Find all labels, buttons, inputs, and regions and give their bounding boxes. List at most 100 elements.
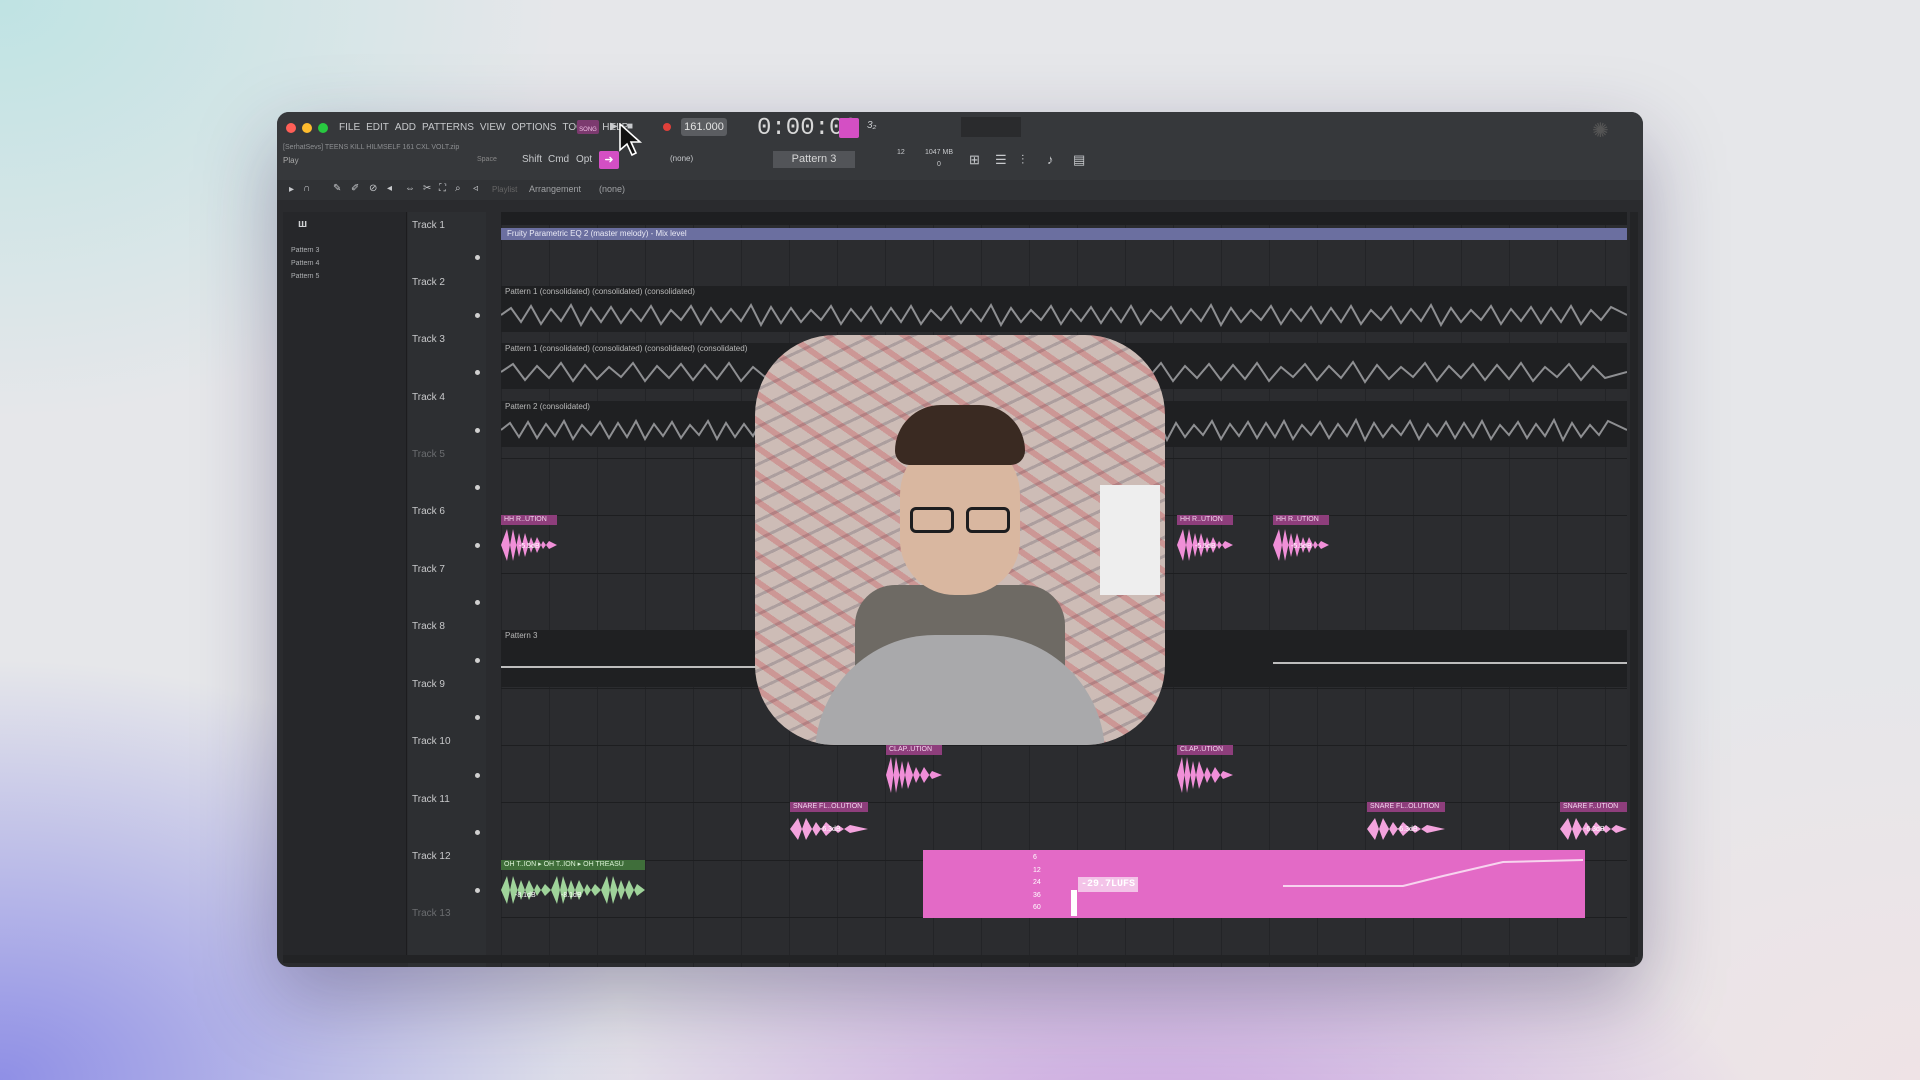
- loudness-meter: 6 12 24 36 60 -29.7LUFS: [923, 850, 1585, 918]
- minimize-window-button[interactable]: [302, 123, 312, 133]
- track-toggle[interactable]: [475, 370, 480, 375]
- opt-modifier[interactable]: Opt: [576, 154, 592, 165]
- clip-name: SNARE FL..OLUTION: [1367, 802, 1445, 812]
- close-window-button[interactable]: [286, 123, 296, 133]
- maximize-window-button[interactable]: [318, 123, 328, 133]
- track-toggle[interactable]: [475, 255, 480, 260]
- audio-clip[interactable]: Pattern 1 (consolidated) (consolidated) …: [501, 286, 1627, 332]
- track-label[interactable]: Track 3: [412, 334, 445, 345]
- snare-clip[interactable]: SNARE FL..OLUTION -6.3dB: [790, 802, 868, 850]
- tempo-display[interactable]: 161.000: [681, 118, 727, 136]
- clip-name: SNARE FL..OLUTION: [790, 802, 868, 812]
- track-toggle[interactable]: [475, 485, 480, 490]
- hint-key: Space: [477, 156, 497, 163]
- track-label[interactable]: Track 6: [412, 506, 445, 517]
- step-icon[interactable]: 3₂: [867, 120, 876, 131]
- track-label[interactable]: Track 1: [412, 220, 445, 231]
- draw-tool-icon[interactable]: ✎: [333, 183, 341, 194]
- clap-clip[interactable]: CLAP..UTION: [886, 745, 942, 797]
- timeline-ruler[interactable]: [501, 212, 1627, 225]
- breadcrumb-arrangement[interactable]: Arrangement: [529, 184, 581, 194]
- horizontal-scrollbar[interactable]: [283, 955, 1635, 963]
- slice-tool-icon[interactable]: ✂: [423, 183, 431, 194]
- picker-mode-icon[interactable]: ш: [298, 218, 307, 230]
- oh-clips[interactable]: OH T..ION ▸ OH T..ION ▸ OH TREASU -8.1dB…: [501, 860, 645, 912]
- menu-view[interactable]: VIEW: [480, 122, 506, 133]
- hh-clip[interactable]: HH R..UTION -5.5dB: [1177, 515, 1233, 567]
- track-toggle[interactable]: [475, 428, 480, 433]
- lane-divider: [501, 802, 1627, 803]
- snare-clip[interactable]: SNARE FL..OLUTION -6.3dB: [1367, 802, 1445, 850]
- menu-options[interactable]: OPTIONS: [511, 122, 556, 133]
- hh-clip[interactable]: HH R..UTION -5.5dB: [501, 515, 557, 567]
- lufs-bar: [1071, 890, 1077, 916]
- metronome-icon[interactable]: [839, 118, 859, 138]
- fl-logo-icon: ✺: [1592, 120, 1609, 142]
- slip-tool-icon[interactable]: ⇔: [405, 183, 415, 194]
- pattern-item[interactable]: Pattern 3: [291, 244, 319, 257]
- breadcrumb-root[interactable]: Playlist: [492, 185, 517, 194]
- cmd-modifier[interactable]: Cmd: [548, 154, 569, 165]
- snare-clip[interactable]: SNARE F..UTION -6.3dB: [1560, 802, 1627, 850]
- playlist-icon[interactable]: ⊞: [969, 152, 980, 168]
- zoom-tool-icon[interactable]: ⌕: [455, 183, 461, 194]
- track-toggle[interactable]: [475, 600, 480, 605]
- menu-patterns[interactable]: PATTERNS: [422, 122, 474, 133]
- snap-arrow-icon[interactable]: ➜: [599, 151, 619, 169]
- magnet-icon[interactable]: ∩: [303, 183, 310, 194]
- track-label[interactable]: Track 11: [412, 794, 450, 805]
- menu-add[interactable]: ADD: [395, 122, 416, 133]
- track-headers: Track 1 Track 2 Track 3 Track 4 Track 5 …: [408, 212, 486, 967]
- track-toggle[interactable]: [475, 773, 480, 778]
- delete-tool-icon[interactable]: ⊘: [369, 183, 377, 194]
- memory-value-2: 1047 MB: [925, 149, 954, 156]
- pattern-item[interactable]: Pattern 4: [291, 257, 319, 270]
- track-toggle[interactable]: [475, 658, 480, 663]
- shift-modifier[interactable]: Shift: [522, 154, 542, 165]
- pattern-picker: ш Pattern 3 Pattern 4 Pattern 5: [283, 212, 407, 957]
- pattern-none-select[interactable]: (none): [670, 154, 693, 163]
- track-label[interactable]: Track 5: [412, 449, 445, 460]
- pattern-selector[interactable]: Pattern 3: [773, 151, 855, 168]
- track-label[interactable]: Track 10: [412, 736, 451, 747]
- select-tool-icon[interactable]: ⛶: [439, 183, 446, 194]
- clip-name: Pattern 2 (consolidated): [505, 402, 590, 411]
- play-icon[interactable]: ▶: [610, 121, 618, 132]
- track-label[interactable]: Track 7: [412, 564, 445, 575]
- browser-icon[interactable]: ▤: [1073, 152, 1085, 168]
- vertical-scrollbar[interactable]: [1630, 212, 1638, 957]
- menu-file[interactable]: FILE: [339, 122, 360, 133]
- clap-clip[interactable]: CLAP..UTION: [1177, 745, 1233, 797]
- lufs-value: -29.7LUFS: [1078, 877, 1139, 892]
- note-line: [501, 666, 761, 668]
- paint-tool-icon[interactable]: ✐: [351, 183, 359, 194]
- track-toggle[interactable]: [475, 543, 480, 548]
- clip-name: Pattern 1 (consolidated) (consolidated) …: [505, 287, 695, 296]
- song-mode-toggle[interactable]: SONG: [577, 120, 599, 134]
- pattern-item[interactable]: Pattern 5: [291, 270, 319, 283]
- track-toggle[interactable]: [475, 888, 480, 893]
- clip-name-1: OH T..ION: [504, 861, 537, 868]
- record-icon[interactable]: [663, 123, 671, 131]
- breadcrumb-sub[interactable]: (none): [599, 184, 625, 194]
- arrow-icon[interactable]: ▸: [289, 184, 294, 195]
- track-toggle[interactable]: [475, 313, 480, 318]
- track-label[interactable]: Track 8: [412, 621, 445, 632]
- track-label[interactable]: Track 9: [412, 679, 445, 690]
- channel-rack-icon[interactable]: ☰: [995, 152, 1007, 168]
- mixer-icon[interactable]: ⫶: [1021, 152, 1024, 168]
- track-toggle[interactable]: [475, 715, 480, 720]
- piano-roll-icon[interactable]: ♪: [1047, 152, 1054, 167]
- track-toggle[interactable]: [475, 830, 480, 835]
- mute-tool-icon[interactable]: ◂: [387, 183, 392, 194]
- lufs-scale-tick: 60: [1033, 904, 1041, 911]
- track-label[interactable]: Track 2: [412, 277, 445, 288]
- track-label[interactable]: Track 13: [412, 908, 451, 919]
- track-label[interactable]: Track 4: [412, 392, 445, 403]
- hh-clip[interactable]: HH R..UTION -5.5dB: [1273, 515, 1329, 567]
- automation-clip[interactable]: Fruity Parametric EQ 2 (master melody) -…: [501, 228, 1627, 240]
- menu-edit[interactable]: EDIT: [366, 122, 389, 133]
- mouse-cursor-icon: [619, 123, 643, 157]
- playback-tool-icon[interactable]: ◃: [473, 183, 478, 194]
- track-label[interactable]: Track 12: [412, 851, 451, 862]
